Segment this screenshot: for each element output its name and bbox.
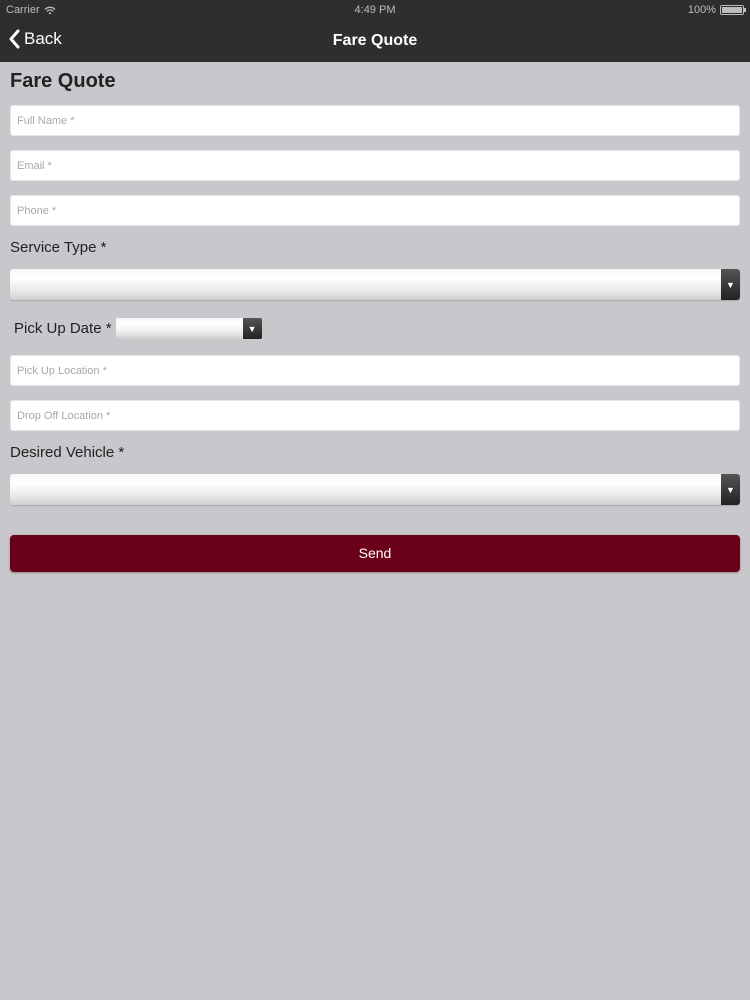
desired-vehicle-label: Desired Vehicle * — [10, 444, 125, 461]
send-button[interactable]: Send — [10, 535, 740, 572]
full-name-input[interactable] — [10, 105, 740, 136]
pickup-date-label: Pick Up Date * — [14, 320, 112, 337]
triangle-down-icon: ▼ — [721, 269, 740, 300]
page-title: Fare Quote — [10, 70, 116, 92]
nav-title: Fare Quote — [332, 32, 418, 49]
top-bar: Carrier 4:49 PM 100% Back Fare Quote — [0, 0, 750, 62]
pickup-date-row: Pick Up Date * ▼ — [14, 318, 262, 339]
battery-percent: 100% — [687, 4, 716, 16]
battery-indicator: 100% — [687, 4, 746, 16]
dropoff-location-input[interactable] — [10, 400, 740, 431]
desired-vehicle-select[interactable]: ▼ — [10, 474, 740, 505]
pickup-date-select[interactable]: ▼ — [115, 318, 262, 339]
navigation-bar: Back Fare Quote — [0, 20, 750, 62]
status-bar: Carrier 4:49 PM 100% — [0, 0, 750, 20]
triangle-down-icon: ▼ — [721, 474, 740, 505]
triangle-down-icon: ▼ — [242, 318, 262, 339]
service-type-select[interactable]: ▼ — [10, 269, 740, 300]
pickup-location-input[interactable] — [10, 355, 740, 386]
email-input[interactable] — [10, 150, 740, 181]
battery-icon — [720, 5, 746, 15]
phone-input[interactable] — [10, 195, 740, 226]
status-time: 4:49 PM — [354, 4, 396, 16]
service-type-label: Service Type * — [10, 239, 107, 256]
